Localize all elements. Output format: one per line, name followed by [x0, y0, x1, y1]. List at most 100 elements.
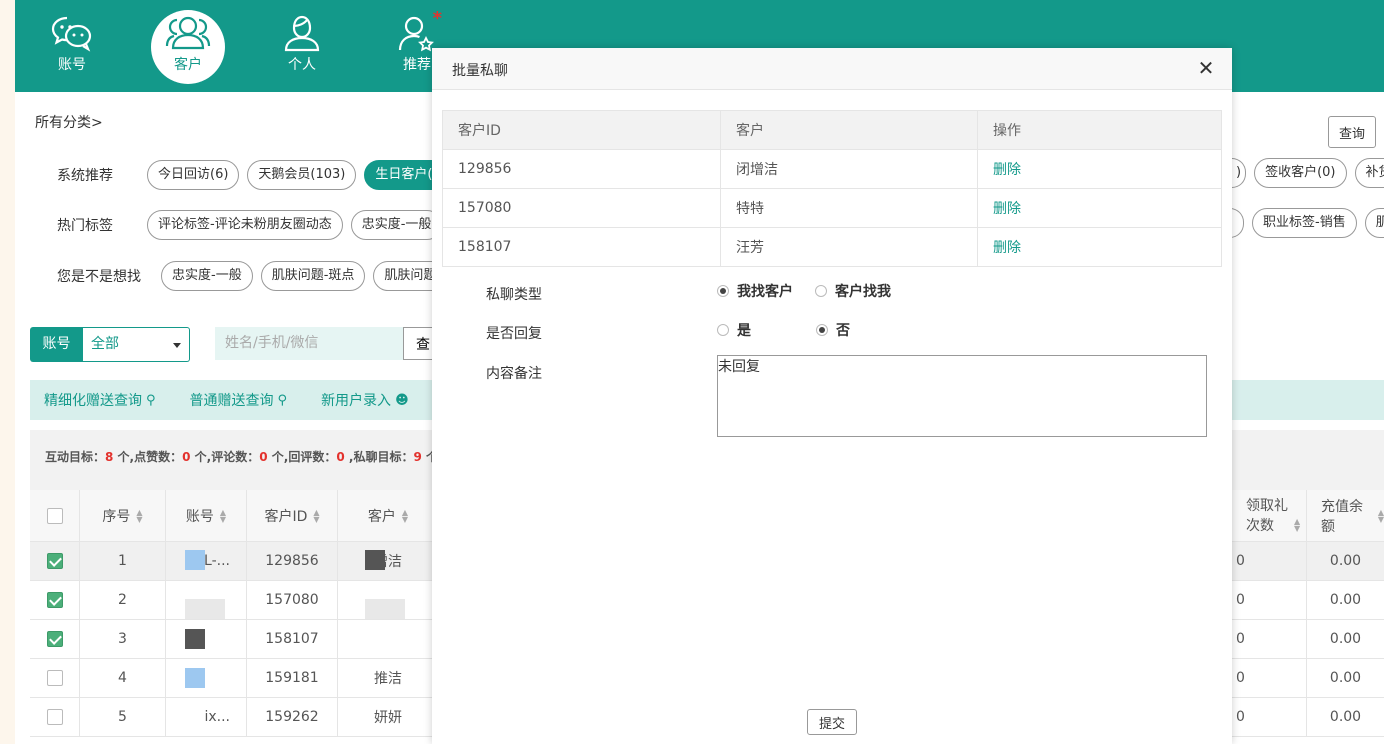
row-check-cell [30, 659, 80, 697]
search-input[interactable]: 姓名/手机/微信 [215, 327, 405, 360]
new-user-entry-link[interactable]: 新用户录入 ☻ [321, 390, 409, 410]
row-op: 删除 [977, 149, 1222, 189]
dialog-header: 批量私聊 ✕ [432, 48, 1232, 90]
tag-loyalty[interactable]: 忠实度-一般 [350, 210, 443, 240]
row-name: 汪芳 [720, 227, 978, 267]
sort-icon: ▲ ▼ [219, 507, 227, 524]
row-balance: 0.00 [1329, 553, 1362, 569]
redacted-avatar [365, 550, 385, 570]
col-operation: 操作 [977, 110, 1222, 150]
radio-label: 否 [836, 323, 850, 339]
row-check-cell [30, 542, 80, 580]
row-account-text: ix... [204, 709, 230, 725]
row-balance: 0.00 [1329, 709, 1362, 725]
col-customer-id-label: 客户ID [264, 508, 308, 525]
row-checkbox[interactable] [46, 709, 63, 725]
new-badge-icon: * [432, 8, 442, 29]
tag-guess-spot[interactable]: 肌肤问题-斑点 [260, 261, 366, 291]
tag-partial[interactable]: ) [1232, 158, 1247, 188]
col-customer-id[interactable]: 客户ID ▲ ▼ [247, 490, 338, 541]
redacted-avatar [185, 599, 225, 619]
row-gift: 0 [1230, 542, 1307, 580]
search-icon: ⚲ [277, 392, 288, 408]
tag-partial-hot[interactable] [1230, 208, 1244, 238]
recommend-user-icon [398, 16, 434, 52]
guess-tags-row: 您是不是想找 忠实度-一般 肌肤问题-斑点 肌肤问题 [57, 261, 455, 291]
breadcrumb[interactable]: 所有分类> [35, 112, 103, 132]
row-op: 删除 [977, 188, 1222, 228]
row-check-cell [30, 698, 80, 736]
row-account [166, 659, 247, 697]
radio-label: 是 [737, 323, 751, 339]
delete-link[interactable]: 删除 [993, 201, 1021, 217]
radio-reply-no[interactable]: 否 [816, 320, 850, 340]
row-balance: 0.00 [1329, 592, 1362, 608]
tag-skin-partial[interactable]: 肌 [1364, 208, 1384, 238]
radio-dot [717, 285, 729, 297]
nav-account[interactable]: 账号 [35, 10, 109, 84]
tag-swan-member[interactable]: 天鹅会员(103) [247, 160, 357, 190]
row-balance: 0.00 [1329, 631, 1362, 647]
nav-personal-label: 个人 [288, 57, 316, 73]
memo-textarea[interactable]: 未回复 [717, 355, 1207, 437]
radio-customer-finds-me[interactable]: 客户找我 [815, 281, 891, 301]
sort-icon: ▲ ▼ [136, 507, 143, 524]
tag-today-visit[interactable]: 今日回访(6) [147, 160, 240, 190]
account-select-value: 全部 [91, 336, 119, 352]
submit-button[interactable]: 提交 [807, 709, 857, 735]
account-filter-label: 账号 [30, 327, 83, 362]
col-no[interactable]: 序号 ▲ ▼ [80, 490, 166, 541]
tag-signed-customer[interactable]: 签收客户(0) [1254, 158, 1347, 188]
nav-customer-label: 客户 [174, 57, 202, 73]
radio-reply-yes[interactable]: 是 [717, 320, 751, 340]
tag-restock[interactable]: 补货 [1354, 158, 1384, 188]
row-checkbox[interactable] [46, 592, 63, 608]
row-checkbox[interactable] [46, 553, 63, 569]
account-select[interactable]: 全部 [83, 327, 190, 362]
col-account[interactable]: 账号 ▲ ▼ [166, 490, 247, 541]
col-customer[interactable]: 客户 ▲ ▼ [338, 490, 439, 541]
row-id: 159262 [247, 698, 338, 736]
row-no: 5 [80, 698, 166, 736]
guess-tags-label: 您是不是想找 [57, 269, 141, 285]
row-balance: 0.00 [1329, 670, 1362, 686]
col-customer-label: 客户 [367, 508, 396, 525]
radio-i-find-customer[interactable]: 我找客户 [717, 281, 793, 301]
row-gift: 0 [1230, 659, 1307, 697]
row-op: 删除 [977, 227, 1222, 267]
sort-icon: ▲ ▼ [401, 507, 409, 524]
nav-customer[interactable]: 客户 [151, 10, 225, 84]
close-icon[interactable]: ✕ [1196, 58, 1216, 78]
row-no: 1 [80, 542, 166, 580]
row-gift: 0 [1230, 698, 1307, 736]
row-checkbox[interactable] [46, 670, 63, 686]
delete-link[interactable]: 删除 [993, 162, 1021, 178]
row-checkbox[interactable] [46, 631, 63, 647]
batch-private-chat-dialog: 批量私聊 ✕ 客户ID 客户 操作 129856 闭增洁 删除 157080 特… [432, 48, 1232, 744]
hot-tags-right: 职业标签-销售 肌 [1230, 208, 1384, 238]
radio-dot [815, 285, 827, 297]
tag-comment[interactable]: 评论标签-评论未粉朋友圈动态 [147, 210, 343, 240]
col-no-label: 序号 [102, 508, 131, 525]
stats-text: ,私聊目标： [344, 450, 414, 464]
hot-tags-row: 热门标签 评论标签-评论未粉朋友圈动态 忠实度-一般 [57, 210, 450, 240]
col-account-label: 账号 [185, 508, 214, 525]
fine-gift-query-label: 精细化赠送查询 [44, 393, 142, 409]
query-button[interactable]: 查询 [1328, 116, 1376, 148]
stat-private-target: 9 [413, 450, 422, 464]
row-customer [338, 620, 439, 658]
fine-gift-query-link[interactable]: 精细化赠送查询 ⚲ [44, 390, 156, 410]
tag-job-sales[interactable]: 职业标签-销售 [1252, 208, 1357, 238]
col-balance[interactable]: 充值余额 ▲ ▼ [1307, 490, 1384, 541]
radio-dot [717, 324, 729, 336]
radio-dot [816, 324, 828, 336]
hot-tags-label: 热门标签 [57, 218, 113, 234]
col-gift-count[interactable]: 领取礼 次数 ▲ ▼ [1230, 490, 1307, 541]
chat-type-label: 私聊类型 [486, 287, 542, 303]
tag-guess-loyalty[interactable]: 忠实度-一般 [161, 261, 253, 291]
select-all-checkbox[interactable] [46, 507, 63, 524]
delete-link[interactable]: 删除 [993, 240, 1021, 256]
nav-personal[interactable]: 个人 [265, 10, 339, 84]
col-customer: 客户 [720, 110, 978, 150]
normal-gift-query-link[interactable]: 普通赠送查询 ⚲ [190, 390, 288, 410]
